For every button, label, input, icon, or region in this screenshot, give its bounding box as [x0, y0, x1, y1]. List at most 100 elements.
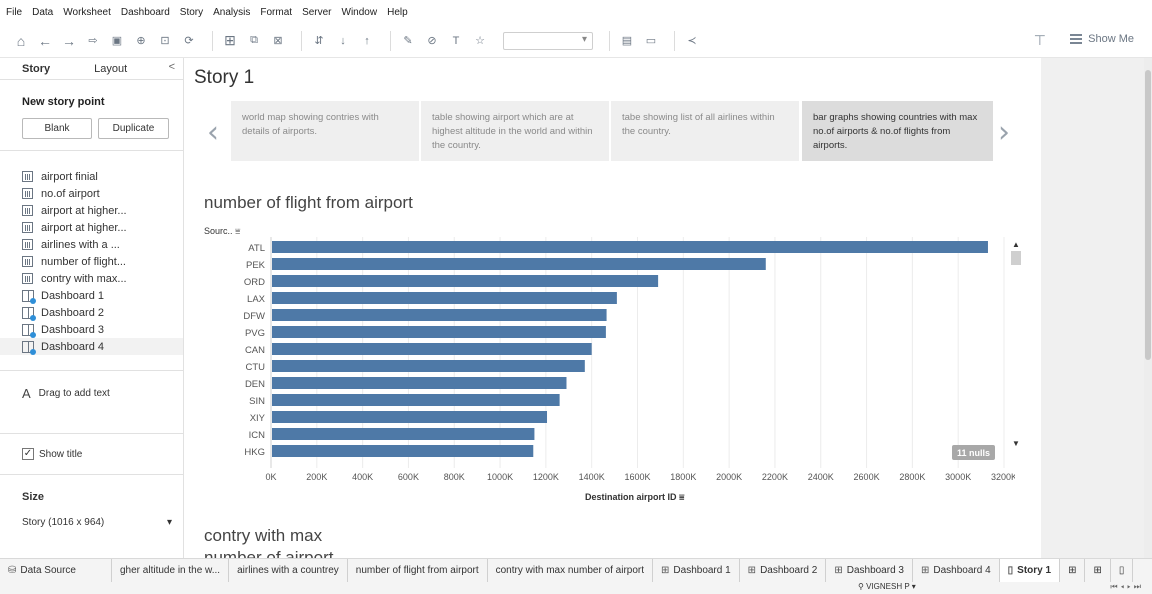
show-title-checkbox[interactable]: ✓ Show title	[22, 448, 82, 460]
tab-layout[interactable]: Layout	[72, 63, 149, 75]
pin-icon[interactable]: ☆	[471, 30, 489, 52]
sheet-item[interactable]: airport at higher...	[22, 219, 182, 236]
bar[interactable]	[272, 377, 567, 389]
show-me-button[interactable]: Show Me	[1070, 33, 1134, 45]
y-category-label[interactable]: LAX	[247, 294, 266, 305]
sheet-item[interactable]: no.of airport	[22, 185, 182, 202]
menu-window[interactable]: Window	[342, 7, 378, 18]
page-scrollbar[interactable]	[1144, 58, 1152, 558]
scroll-thumb[interactable]	[1145, 70, 1151, 360]
menu-help[interactable]: Help	[387, 7, 408, 18]
bar[interactable]	[272, 258, 766, 270]
previous-story-point-icon[interactable]: ‹	[207, 115, 219, 150]
y-category-label[interactable]: DEN	[245, 379, 265, 390]
story-point-2[interactable]: table showing airport which are at highe…	[421, 101, 609, 161]
sort-icon[interactable]: ⩸	[679, 492, 684, 502]
tab-sheet[interactable]: contry with max number of airport	[488, 559, 654, 582]
pause-icon[interactable]: ⊡	[156, 30, 174, 52]
blank-button[interactable]: Blank	[22, 118, 92, 139]
tab-dashboard[interactable]: ⊞ Dashboard 3	[826, 559, 913, 582]
sheet-item[interactable]: number of flight...	[22, 253, 182, 270]
collapse-panel-icon[interactable]: <	[169, 61, 175, 73]
duplicate-button[interactable]: Duplicate	[98, 118, 169, 139]
fit-dropdown[interactable]	[503, 31, 593, 50]
story-point-3[interactable]: tabe showing list of all airlines within…	[611, 101, 799, 161]
dashboard-item[interactable]: Dashboard 4	[0, 338, 183, 355]
story-point-4[interactable]: bar graphs showing countries with max no…	[802, 101, 993, 161]
sheet-item[interactable]: contry with max...	[22, 270, 182, 287]
bar[interactable]	[272, 275, 659, 287]
y-category-label[interactable]: XIY	[250, 413, 266, 424]
tab-dashboard[interactable]: ⊞ Dashboard 4	[913, 559, 1000, 582]
y-category-label[interactable]: HKG	[244, 447, 265, 458]
bar[interactable]	[272, 360, 585, 372]
scroll-up-icon[interactable]: ▲	[1010, 240, 1022, 249]
scroll-down-icon[interactable]: ▼	[1010, 439, 1022, 448]
new-datasource-icon[interactable]: ⊕	[132, 30, 150, 52]
y-category-label[interactable]: ICN	[249, 430, 266, 441]
bar[interactable]	[272, 411, 548, 423]
dashboard-item[interactable]: Dashboard 3	[22, 321, 182, 338]
dashboard-item[interactable]: Dashboard 1	[22, 287, 182, 304]
drag-text-object[interactable]: A Drag to add text	[22, 386, 110, 401]
highlight-icon[interactable]: ✎	[399, 30, 417, 52]
y-category-label[interactable]: SIN	[249, 396, 265, 407]
new-worksheet-icon[interactable]: ⊞	[221, 30, 239, 52]
y-category-label[interactable]: PVG	[245, 328, 265, 339]
menu-format[interactable]: Format	[260, 7, 292, 18]
menu-file[interactable]: File	[6, 7, 22, 18]
forward-icon[interactable]: →	[60, 30, 78, 52]
swap-icon[interactable]: ⇵	[310, 30, 328, 52]
bar[interactable]	[272, 241, 988, 253]
scroll-thumb[interactable]	[1011, 251, 1021, 265]
bar[interactable]	[272, 394, 560, 406]
sheet-navigation-icon[interactable]: ⏮◂▸⏭	[1110, 582, 1144, 592]
y-category-label[interactable]: PEK	[246, 260, 266, 271]
nulls-indicator[interactable]: 11 nulls	[952, 445, 996, 460]
tab-story[interactable]: ▯ Story 1	[999, 559, 1061, 582]
group-icon[interactable]: ⊘	[423, 30, 441, 52]
share-icon[interactable]: ≺	[683, 30, 701, 52]
sheet-item[interactable]: airlines with a ...	[22, 236, 182, 253]
show-cards-icon[interactable]: ▤	[618, 30, 636, 52]
dashboard-item[interactable]: Dashboard 2	[22, 304, 182, 321]
undo-icon[interactable]: ⇨	[84, 30, 102, 52]
y-category-label[interactable]: CAN	[245, 345, 265, 356]
story-point-1[interactable]: world map showing contries with details …	[231, 101, 419, 161]
y-category-label[interactable]: ATL	[248, 243, 265, 254]
clear-sheet-icon[interactable]: ⊠	[269, 30, 287, 52]
tab-story[interactable]: Story	[0, 63, 72, 75]
new-story-tab-icon[interactable]: ▯	[1111, 559, 1134, 582]
new-worksheet-tab-icon[interactable]: ⊞	[1060, 559, 1086, 582]
tab-sheet[interactable]: airlines with a countrey	[229, 559, 348, 582]
menu-server[interactable]: Server	[302, 7, 331, 18]
sheet-item[interactable]: airport at higher...	[22, 202, 182, 219]
save-icon[interactable]: ▣	[108, 30, 126, 52]
home-icon[interactable]: ⌂	[12, 30, 30, 52]
y-category-label[interactable]: CTU	[245, 362, 265, 373]
bar[interactable]	[272, 445, 534, 457]
sort-asc-icon[interactable]: ↓	[334, 30, 352, 52]
presentation-icon[interactable]: ▭	[642, 30, 660, 52]
x-axis-header[interactable]: Destination airport ID ⩸	[585, 492, 685, 503]
sheet-item[interactable]: airport finial	[22, 168, 182, 185]
label-icon[interactable]: T	[447, 30, 465, 52]
tab-dashboard[interactable]: ⊞ Dashboard 1	[653, 559, 740, 582]
bar[interactable]	[272, 343, 592, 355]
menu-dashboard[interactable]: Dashboard	[121, 7, 170, 18]
bar[interactable]	[272, 428, 535, 440]
bar[interactable]	[272, 326, 606, 338]
bar[interactable]	[272, 309, 607, 321]
back-icon[interactable]: ←	[36, 30, 54, 52]
duplicate-sheet-icon[interactable]: ⧉	[245, 30, 263, 52]
new-dashboard-tab-icon[interactable]: ⊞	[1085, 559, 1111, 582]
tab-data-source[interactable]: ⛁ Data Source	[0, 559, 112, 582]
refresh-icon[interactable]: ⟳	[180, 30, 198, 52]
format-painter-icon[interactable]: ⊤	[1034, 32, 1046, 49]
chart-scrollbar[interactable]: ▲ ▼	[1010, 240, 1022, 460]
menu-analysis[interactable]: Analysis	[213, 7, 250, 18]
y-category-label[interactable]: ORD	[244, 277, 265, 288]
bar[interactable]	[272, 292, 617, 304]
size-dropdown[interactable]: Story (1016 x 964) ▾	[22, 517, 172, 528]
tab-sheet[interactable]: gher altitude in the w...	[112, 559, 230, 582]
